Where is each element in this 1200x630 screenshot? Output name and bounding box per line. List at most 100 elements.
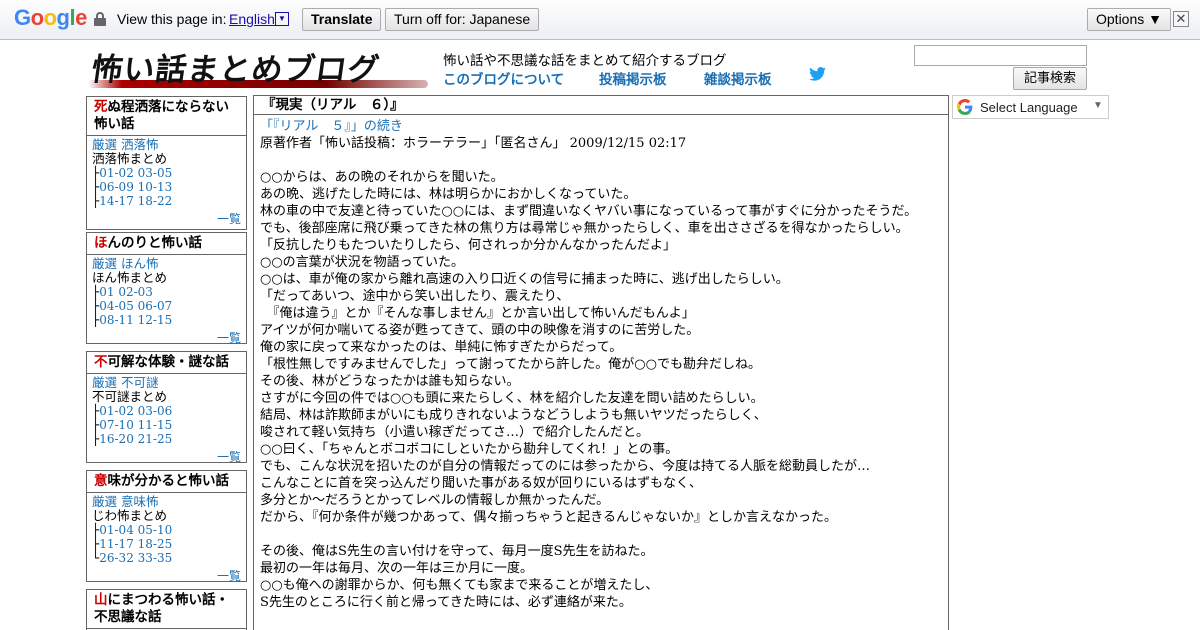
range-link-row[interactable]: ├14-17 18-22 <box>92 194 241 208</box>
range-link-row[interactable]: └26-32 33-35 <box>92 551 241 565</box>
range-link-row[interactable]: ├08-11 12-15 <box>92 313 241 327</box>
post-line: さすがに今回の件では○○も頭に来たらしく、林を紹介した友達を問い詰めたらしい。 <box>260 391 764 406</box>
sidebar-category-box: ほんのりと怖い話厳選 ほん怖 ほん怖まとめ ├01 02-03 ├04-05 06-0… <box>86 232 247 346</box>
summary-label: 洒落怖まとめ <box>92 151 168 166</box>
list-all-link[interactable]: 一覧 <box>92 331 241 346</box>
post-line: 『俺は違う』とか『そんな事しません』とか言い出して怖いんだもんよ」 <box>260 306 695 321</box>
category-title-initial: 山 <box>94 592 108 608</box>
range-link-row[interactable]: ├01-02 03-06 <box>92 404 241 418</box>
category-title[interactable]: 死ぬ程洒落にならない怖い話 <box>87 97 246 136</box>
post-line: 俺の家に戻って来なかったのは、単純に怖すぎたからだって。 <box>260 340 623 355</box>
category-title[interactable]: 意味が分かると怖い話 <box>87 471 246 493</box>
range-link[interactable]: 06-09 10-13 <box>99 180 172 194</box>
range-link-row[interactable]: ├01 02-03 <box>92 285 241 299</box>
category-title-initial: 意 <box>94 473 108 489</box>
list-all-link[interactable]: 一覧 <box>92 450 241 465</box>
range-link-row[interactable]: ├04-05 06-07 <box>92 299 241 313</box>
post-line: その後、俺はS先生の言い付けを守って、毎月一度S先生を訪ねた。 <box>260 544 654 559</box>
post-line: 林の車の中で友達と待っていた○○には、まず間違いなくヤバい事になっているって事が… <box>260 204 918 219</box>
google-g-icon <box>957 99 973 115</box>
search-button[interactable]: 記事検索 <box>1013 67 1087 90</box>
language-link[interactable]: English <box>229 11 275 27</box>
range-link-row[interactable]: ├06-09 10-13 <box>92 180 241 194</box>
post-line: こんなことに首を突っ込んだり聞いた事がある奴が回りにいるはずもなく、 <box>260 476 703 491</box>
site-logo[interactable]: 怖い話まとめブログ <box>88 42 428 92</box>
post-line: アイツが何か喘いてる姿が甦ってきて、頭の中の映像を消すのに苦労した。 <box>260 323 700 338</box>
summary-label: ほん怖まとめ <box>92 270 168 285</box>
google-logo-letter: e <box>75 5 87 30</box>
summary-label: 不可謎まとめ <box>92 389 168 404</box>
category-title-rest: 可解な体験・謎な話 <box>107 354 230 370</box>
post-line: ○○からは、あの晩のそれからを聞いた。 <box>260 170 504 185</box>
post-line: 多分とか～だろうとかってレベルの情報しか無かったんだ。 <box>260 493 610 508</box>
curated-link[interactable]: 厳選 不可謎 <box>92 376 241 390</box>
curated-link[interactable]: 厳選 洒落怖 <box>92 138 241 152</box>
range-link[interactable]: 01-02 03-05 <box>99 166 172 180</box>
post-line: ○○の言葉が状況を物語っていた。 <box>260 255 465 270</box>
nav-chat-board[interactable]: 雑談掲示板 <box>704 68 772 88</box>
site-logo-text: 怖い話まとめブログ <box>88 52 383 88</box>
sidebar-category-box: 不可解な体験・謎な話 厳選 不可謎 不可謎まとめ ├01-02 03-06 ├07-10… <box>86 351 247 465</box>
category-title[interactable]: ほんのりと怖い話 <box>87 233 246 255</box>
view-page-in-label: View this page in: <box>117 11 227 27</box>
nav-post-board[interactable]: 投稿掲示板 <box>599 68 667 88</box>
post-line <box>260 526 942 543</box>
range-link[interactable]: 01-02 03-06 <box>99 404 172 418</box>
curated-link[interactable]: 厳選 ほん怖 <box>92 257 241 271</box>
category-title-rest: 味が分かると怖い話 <box>107 473 230 489</box>
lock-icon <box>94 12 106 26</box>
language-dropdown-icon[interactable]: ▼ <box>275 12 289 26</box>
previous-part-link[interactable]: 「『リアル ５』」の続き <box>260 118 942 135</box>
range-link[interactable]: 07-10 11-15 <box>99 418 172 432</box>
post-line: でも、こんな状況を招いたのが自分の情報だってのには参ったから、今度は持てる人脈を… <box>260 459 870 474</box>
curated-link[interactable]: 厳選 意味怖 <box>92 495 241 509</box>
post-line: あの晩、逃げたした時には、林は明らかにおかしくなっていた。 <box>260 187 637 202</box>
range-link-row[interactable]: ├01-02 03-05 <box>92 166 241 180</box>
translate-bar: Google View this page in: English ▼ Tran… <box>0 0 1200 40</box>
range-link[interactable]: 01 02-03 <box>99 285 153 299</box>
range-link-row[interactable]: ├16-20 21-25 <box>92 432 241 446</box>
post-line: 唆されて軽い気持ち（小遣い稼ぎだってさ…）で紹介したんだと。 <box>260 425 649 440</box>
post-title: 『現実（リアル ６）』 <box>254 96 948 115</box>
turn-off-button[interactable]: Turn off for: Japanese <box>385 8 540 31</box>
range-link[interactable]: 08-11 12-15 <box>99 313 172 327</box>
post-line: S先生のところに行く前と帰ってきた時には、必ず連絡が来た。 <box>260 595 632 610</box>
sidebar-category-box: 意味が分かると怖い話 厳選 意味怖 じわ怖まとめ ├01-04 05-10 ├11-17… <box>86 470 247 584</box>
category-title-initial: 不 <box>94 354 108 370</box>
range-link[interactable]: 11-17 18-25 <box>99 537 172 551</box>
range-link[interactable]: 26-32 33-35 <box>99 551 172 565</box>
range-link[interactable]: 16-20 21-25 <box>99 432 172 446</box>
range-link[interactable]: 14-17 18-22 <box>99 194 172 208</box>
google-logo-letter: o <box>30 5 44 30</box>
range-link-row[interactable]: ├01-04 05-10 <box>92 523 241 537</box>
post-body: 「『リアル ５』」の続き 原著作者「怖い話投稿：ホラーテラー」「匿名さん」 20… <box>254 115 948 611</box>
category-title[interactable]: 山にまつわる怖い話・不思議な話 <box>87 590 246 629</box>
range-link[interactable]: 04-05 06-07 <box>99 299 172 313</box>
search-input[interactable] <box>914 45 1087 66</box>
site-tagline: 怖い話や不思議な話をまとめて紹介するブログ <box>443 53 727 69</box>
post-line <box>260 152 942 169</box>
sidebar-category-box: 死ぬ程洒落にならない怖い話厳選 洒落怖 洒落怖まとめ ├01-02 03-05 ├06… <box>86 96 247 230</box>
range-link-row[interactable]: ├07-10 11-15 <box>92 418 241 432</box>
category-title-rest: にまつわる怖い話・不思議な話 <box>94 592 229 625</box>
category-title[interactable]: 不可解な体験・謎な話 <box>87 352 246 374</box>
translate-button[interactable]: Translate <box>302 8 382 31</box>
range-link-row[interactable]: ├11-17 18-25 <box>92 537 241 551</box>
options-button[interactable]: Options ▼ <box>1087 8 1171 31</box>
twitter-icon[interactable] <box>809 67 826 81</box>
list-all-link[interactable]: 一覧 <box>92 212 241 227</box>
google-logo: Google <box>14 5 87 31</box>
select-language-label: Select Language <box>980 100 1078 115</box>
post-line: ○○も俺への謝罪からか、何も無くても家まで来ることが増えたし、 <box>260 578 659 593</box>
post-line: でも、後部座席に飛び乗ってきた林の焦り方は尋常じゃ無かったらしく、車を出ささざる… <box>260 221 909 236</box>
sidebar-category-box: 山にまつわる怖い話・不思議な話 <box>86 589 247 630</box>
category-title-rest: んのりと怖い話 <box>107 235 203 251</box>
range-link[interactable]: 01-04 05-10 <box>99 523 172 537</box>
list-all-link[interactable]: 一覧 <box>92 569 241 584</box>
post-line: ○○曰く、「ちゃんとボコボコにしといたから勘弁してくれ！」との事。 <box>260 442 679 457</box>
close-icon[interactable]: ✕ <box>1173 11 1189 27</box>
nav-about[interactable]: このブログについて <box>443 68 564 88</box>
select-language-dropdown[interactable]: Select Language ▼ <box>952 95 1109 119</box>
post-line: だから、『何か条件が幾つかあって、偶々揃っちゃうと起きるんじゃないか』としか言え… <box>260 510 837 525</box>
post-line: 「根性無しですみませんでした」って謝ってたから許した。俺が○○でも勘弁だしね。 <box>260 357 761 372</box>
